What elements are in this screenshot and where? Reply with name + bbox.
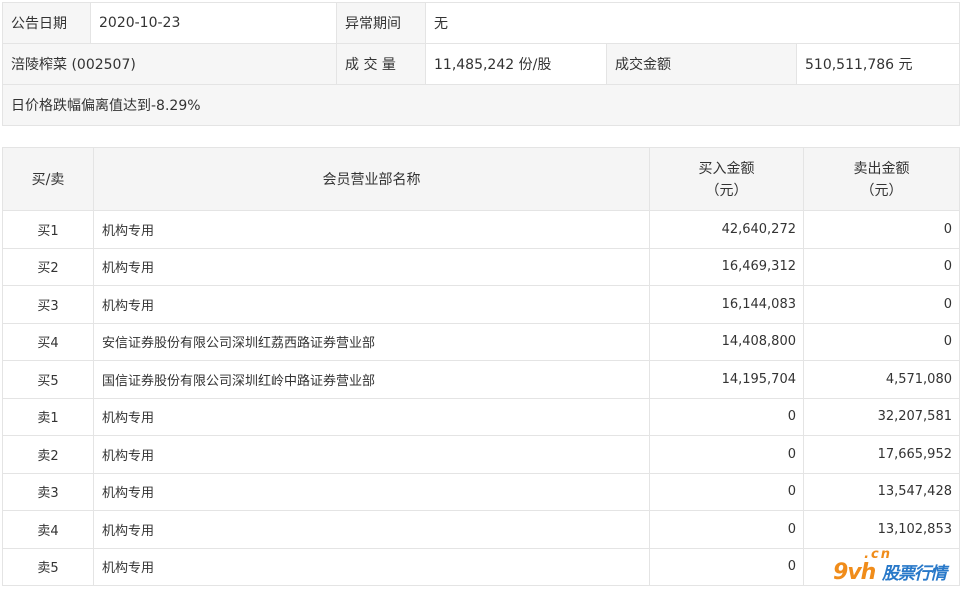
row-buy: 0 bbox=[649, 510, 804, 549]
row-side: 卖2 bbox=[2, 435, 94, 474]
row-side: 买4 bbox=[2, 322, 94, 361]
row-side: 买2 bbox=[2, 247, 94, 286]
row-sell: 4,571,080 bbox=[803, 360, 960, 399]
row-name: 机构专用 bbox=[93, 247, 650, 286]
row-sell: 13,547,428 bbox=[803, 472, 960, 511]
volume-label: 成 交 量 bbox=[336, 43, 426, 85]
watermark-text: 股票行情 bbox=[882, 564, 947, 584]
row-buy: 42,640,272 bbox=[649, 210, 804, 249]
row-sell: 0 bbox=[803, 210, 960, 249]
period-value: 无 bbox=[424, 2, 961, 44]
watermark-brand: 9vh bbox=[833, 560, 876, 585]
row-buy: 14,408,800 bbox=[649, 322, 804, 361]
trading-seats-table: 买/卖 会员营业部名称 买入金额 （元） 卖出金额 （元） 买1 机构专用 42… bbox=[2, 147, 960, 586]
period-label: 异常期间 bbox=[336, 2, 426, 44]
table-row: 卖5 机构专用 0 bbox=[2, 547, 960, 586]
row-buy: 0 bbox=[649, 397, 804, 436]
row-name: 机构专用 bbox=[93, 510, 650, 549]
table-row: 买2 机构专用 16,469,312 0 bbox=[2, 247, 960, 286]
row-side: 买1 bbox=[2, 210, 94, 249]
date-label: 公告日期 bbox=[2, 2, 91, 44]
header-sell: 卖出金额 （元） bbox=[803, 147, 960, 211]
row-side: 卖5 bbox=[2, 547, 94, 586]
row-buy: 0 bbox=[649, 472, 804, 511]
date-value: 2020-10-23 bbox=[90, 2, 337, 44]
site-watermark-logo: .cn 9vh 股票行情 bbox=[833, 547, 947, 585]
amount-value: 510,511,786 元 bbox=[795, 43, 961, 85]
row-sell: 0 bbox=[803, 322, 960, 361]
table-row: 卖3 机构专用 0 13,547,428 bbox=[2, 472, 960, 511]
header-buy-unit: （元） bbox=[705, 183, 748, 199]
info-row-stats: 涪陵榨菜 (002507) 成 交 量 11,485,242 份/股 成交金额 … bbox=[2, 43, 961, 85]
row-side: 卖1 bbox=[2, 397, 94, 436]
row-buy: 16,144,083 bbox=[649, 285, 804, 324]
row-name: 机构专用 bbox=[93, 547, 650, 586]
header-sell-label: 卖出金额 bbox=[853, 161, 910, 177]
row-sell: 0 bbox=[803, 247, 960, 286]
row-name: 国信证券股份有限公司深圳红岭中路证券营业部 bbox=[93, 360, 650, 399]
table-row: 卖1 机构专用 0 32,207,581 bbox=[2, 397, 960, 436]
table-header-row: 买/卖 会员营业部名称 买入金额 （元） 卖出金额 （元） bbox=[2, 147, 960, 211]
table-row: 买3 机构专用 16,144,083 0 bbox=[2, 285, 960, 324]
table-row: 买1 机构专用 42,640,272 0 bbox=[2, 210, 960, 249]
row-side: 买5 bbox=[2, 360, 94, 399]
row-name: 机构专用 bbox=[93, 210, 650, 249]
row-buy: 0 bbox=[649, 435, 804, 474]
row-name: 机构专用 bbox=[93, 285, 650, 324]
row-side: 卖4 bbox=[2, 510, 94, 549]
row-side: 买3 bbox=[2, 285, 94, 324]
header-side: 买/卖 bbox=[2, 147, 94, 211]
row-sell: 32,207,581 bbox=[803, 397, 960, 436]
row-sell: 13,102,853 bbox=[803, 510, 960, 549]
stock-name: 涪陵榨菜 (002507) bbox=[2, 43, 337, 85]
header-buy: 买入金额 （元） bbox=[649, 147, 804, 211]
row-buy: 14,195,704 bbox=[649, 360, 804, 399]
amount-label: 成交金额 bbox=[606, 43, 797, 85]
watermark-domain: .cn bbox=[864, 547, 892, 562]
table-row: 卖2 机构专用 0 17,665,952 bbox=[2, 435, 960, 474]
row-name: 安信证券股份有限公司深圳红荔西路证券营业部 bbox=[93, 322, 650, 361]
row-name: 机构专用 bbox=[93, 435, 650, 474]
row-buy: 16,469,312 bbox=[649, 247, 804, 286]
row-side: 卖3 bbox=[2, 472, 94, 511]
row-name: 机构专用 bbox=[93, 472, 650, 511]
header-name: 会员营业部名称 bbox=[93, 147, 650, 211]
header-buy-label: 买入金额 bbox=[698, 161, 755, 177]
table-row: 买5 国信证券股份有限公司深圳红岭中路证券营业部 14,195,704 4,57… bbox=[2, 360, 960, 399]
reason-text: 日价格跌幅偏离值达到-8.29% bbox=[1, 84, 961, 126]
header-sell-unit: （元） bbox=[860, 183, 903, 199]
row-buy: 0 bbox=[649, 547, 804, 586]
row-name: 机构专用 bbox=[93, 397, 650, 436]
announcement-info-table: 公告日期 2020-10-23 异常期间 无 涪陵榨菜 (002507) 成 交… bbox=[1, 2, 961, 126]
table-body: 买1 机构专用 42,640,272 0 买2 机构专用 16,469,312 … bbox=[2, 210, 960, 586]
info-row-reason: 日价格跌幅偏离值达到-8.29% bbox=[1, 84, 961, 126]
table-row: 买4 安信证券股份有限公司深圳红荔西路证券营业部 14,408,800 0 bbox=[2, 322, 960, 361]
row-sell: 0 bbox=[803, 285, 960, 324]
volume-value: 11,485,242 份/股 bbox=[425, 43, 607, 85]
table-row: 卖4 机构专用 0 13,102,853 bbox=[2, 510, 960, 549]
info-row-date: 公告日期 2020-10-23 异常期间 无 bbox=[2, 2, 961, 44]
row-sell: 17,665,952 bbox=[803, 435, 960, 474]
